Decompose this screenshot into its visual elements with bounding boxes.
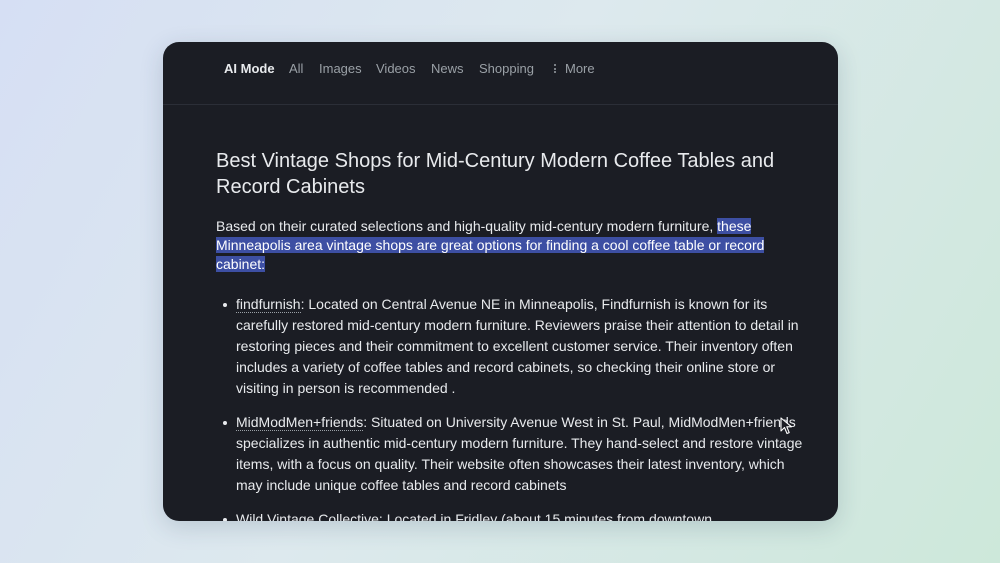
answer-intro: Based on their curated selections and hi… — [216, 217, 806, 274]
search-results-window: AI Mode All Images Videos News Shopping … — [163, 42, 838, 521]
shop-description: : Located on Central Avenue NE in Minnea… — [236, 296, 799, 396]
tab-all[interactable]: All — [289, 61, 303, 76]
intro-text: Based on their curated selections and hi… — [216, 218, 718, 234]
list-item: findfurnish: Located on Central Avenue N… — [223, 294, 806, 399]
bullet — [223, 421, 227, 425]
bullet — [223, 303, 227, 307]
more-vert-icon — [554, 64, 557, 73]
list-item: Wild Vintage Collective: Located in Frid… — [223, 509, 806, 521]
bullet — [223, 518, 227, 521]
list-item: MidModMen+friends: Situated on Universit… — [223, 412, 806, 496]
ai-answer: Best Vintage Shops for Mid-Century Moder… — [216, 148, 806, 521]
shop-list: findfurnish: Located on Central Avenue N… — [216, 294, 806, 521]
shop-link-findfurnish[interactable]: findfurnish — [236, 296, 301, 313]
shop-link-wild-vintage-collective[interactable]: Wild Vintage Collective — [236, 511, 379, 521]
tab-videos[interactable]: Videos — [376, 61, 416, 76]
tab-news[interactable]: News — [431, 61, 464, 76]
tab-more[interactable]: More — [554, 61, 595, 76]
shop-link-midmodmen-friends[interactable]: MidModMen+friends — [236, 414, 364, 431]
tab-shopping[interactable]: Shopping — [479, 61, 534, 76]
shop-description: : Located in Fridley (about 15 minutes f… — [378, 511, 712, 521]
tab-images[interactable]: Images — [319, 61, 362, 76]
mouse-cursor-icon — [780, 417, 793, 435]
tab-more-label: More — [565, 61, 595, 76]
answer-title: Best Vintage Shops for Mid-Century Moder… — [216, 150, 775, 198]
search-tabs-bar: AI Mode All Images Videos News Shopping … — [163, 42, 838, 105]
tab-ai-mode[interactable]: AI Mode — [224, 61, 275, 76]
